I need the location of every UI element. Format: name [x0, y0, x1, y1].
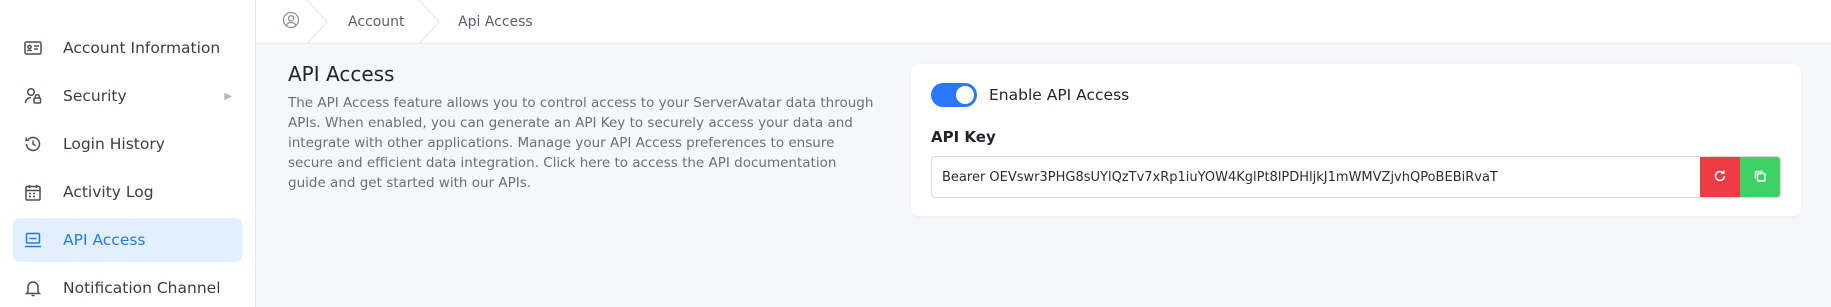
sidebar-item-security[interactable]: Security ▶	[13, 74, 242, 118]
user-circle-icon	[282, 11, 300, 33]
refresh-icon	[1713, 168, 1727, 187]
api-access-card: Enable API Access API Key	[911, 64, 1801, 216]
copy-icon	[1753, 168, 1767, 187]
breadcrumb: Account Api Access	[256, 0, 1831, 44]
breadcrumb-account[interactable]: Account	[326, 0, 440, 44]
breadcrumb-home[interactable]	[256, 0, 328, 44]
breadcrumb-separator	[418, 0, 440, 44]
enable-api-toggle[interactable]	[931, 83, 977, 107]
api-key-label: API Key	[931, 128, 996, 146]
enable-api-toggle-row: Enable API Access	[931, 83, 1129, 107]
enable-api-label: Enable API Access	[989, 86, 1130, 104]
toggle-knob	[956, 86, 974, 104]
sidebar-item-login-history[interactable]: Login History	[13, 122, 242, 166]
sidebar-item-account-information[interactable]: Account Information	[13, 26, 242, 70]
sidebar-item-activity-log[interactable]: Activity Log	[13, 170, 242, 214]
id-card-icon	[23, 38, 43, 58]
history-icon	[23, 134, 43, 154]
chevron-right-icon: ▶	[224, 90, 232, 102]
api-key-input[interactable]	[932, 157, 1702, 197]
laptop-icon	[23, 230, 43, 250]
sidebar-item-notification-channel[interactable]: Notification Channel	[13, 266, 242, 307]
sidebar-item-label: Security	[63, 87, 127, 105]
breadcrumb-label: Account	[348, 13, 405, 30]
calendar-list-icon	[23, 182, 43, 202]
page-title: API Access	[288, 62, 395, 86]
sidebar-item-api-access[interactable]: API Access	[13, 218, 242, 262]
page-description: The API Access feature allows you to con…	[288, 95, 874, 191]
sidebar-item-label: Account Information	[63, 39, 221, 57]
sidebar-item-label: API Access	[63, 231, 146, 249]
bell-icon	[23, 278, 43, 298]
breadcrumb-label: Api Access	[458, 13, 533, 30]
user-lock-icon	[23, 86, 43, 106]
breadcrumb-api-access: Api Access	[438, 0, 533, 44]
sidebar-item-label: Activity Log	[63, 183, 154, 201]
sidebar-item-label: Login History	[63, 135, 165, 153]
regenerate-key-button[interactable]	[1700, 157, 1740, 197]
api-key-field	[931, 156, 1781, 198]
sidebar: Account Information Security ▶ Login His…	[0, 0, 256, 307]
breadcrumb-separator	[306, 0, 328, 44]
copy-key-button[interactable]	[1740, 157, 1780, 197]
sidebar-item-label: Notification Channel	[63, 279, 221, 297]
api-access-intro: API Access The API Access feature allows…	[288, 62, 878, 193]
